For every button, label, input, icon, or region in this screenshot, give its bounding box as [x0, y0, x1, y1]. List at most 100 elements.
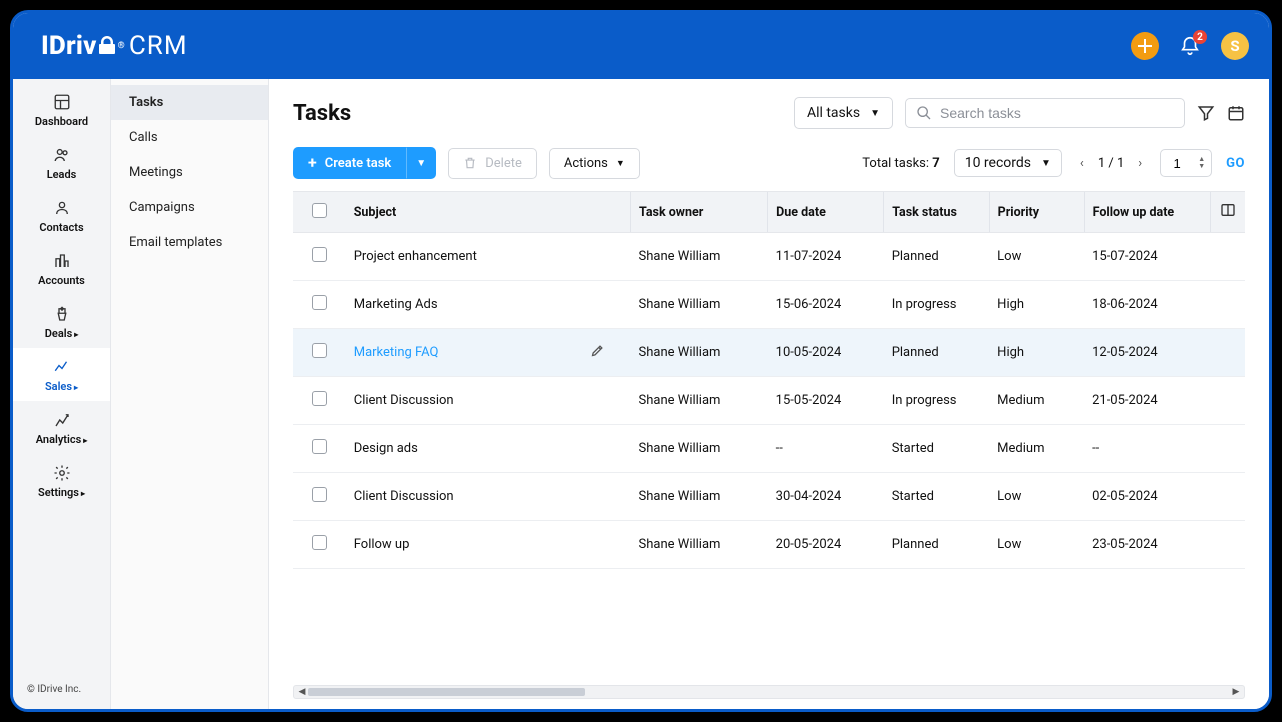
cell-priority: Low: [989, 521, 1084, 569]
edit-icon[interactable]: [590, 343, 605, 362]
cell-follow: 12-05-2024: [1084, 329, 1211, 377]
search-input[interactable]: [940, 105, 1174, 121]
actions-label: Actions: [564, 156, 608, 171]
subnav-item-calls[interactable]: Calls: [111, 120, 268, 155]
app-frame: IDriv®CRM 2 S DashboardLeadsContacts Acco…: [10, 10, 1272, 712]
go-button[interactable]: GO: [1226, 156, 1245, 171]
cell-due: 15-06-2024: [768, 281, 884, 329]
nav-item-sales[interactable]: Sales▸: [13, 348, 110, 401]
main-content: Tasks All tasks ▼: [269, 79, 1269, 709]
cell-owner: Shane William: [631, 473, 768, 521]
cell-due: 10-05-2024: [768, 329, 884, 377]
nav-item-settings[interactable]: Settings▸: [13, 454, 110, 507]
table-row[interactable]: Project enhancementShane William11-07-20…: [293, 233, 1245, 281]
notification-badge: 2: [1193, 30, 1207, 44]
row-checkbox[interactable]: [312, 535, 327, 550]
actions-button[interactable]: Actions ▼: [549, 148, 640, 179]
chevron-down-icon: ▼: [870, 108, 880, 119]
cell-status: In progress: [884, 377, 989, 425]
dashboard-icon: [53, 93, 71, 111]
filter-button[interactable]: [1197, 104, 1215, 122]
delete-button: Delete: [448, 148, 537, 179]
col-header-owner[interactable]: Task owner: [631, 192, 768, 233]
filter-icon: [1197, 104, 1215, 122]
table-row[interactable]: Client DiscussionShane William30-04-2024…: [293, 473, 1245, 521]
nav-item-accounts[interactable]: Accounts: [13, 242, 110, 295]
scroll-right-icon[interactable]: ▶: [1230, 687, 1242, 697]
filter-select[interactable]: All tasks ▼: [794, 97, 893, 129]
nav-item-contacts[interactable]: Contacts: [13, 189, 110, 242]
table-row[interactable]: Design adsShane William--StartedMedium--: [293, 425, 1245, 473]
row-checkbox[interactable]: [312, 487, 327, 502]
cell-subject: Design ads: [354, 441, 418, 456]
row-checkbox[interactable]: [312, 391, 327, 406]
records-label: 10 records: [965, 155, 1031, 171]
search-box[interactable]: [905, 98, 1185, 128]
secondary-nav: TasksCallsMeetingsCampaignsEmail templat…: [111, 79, 269, 709]
subnav-item-meetings[interactable]: Meetings: [111, 155, 268, 190]
subnav-item-email-templates[interactable]: Email templates: [111, 225, 268, 260]
cell-subject: Client Discussion: [354, 393, 454, 408]
col-header-due[interactable]: Due date: [768, 192, 884, 233]
brand-idrive: IDriv: [41, 31, 97, 61]
table-row[interactable]: Marketing AdsShane William15-06-2024In p…: [293, 281, 1245, 329]
deals-icon: [53, 305, 71, 323]
page-indicator: 1 / 1: [1098, 156, 1124, 171]
scroll-track[interactable]: [308, 687, 1230, 697]
avatar[interactable]: S: [1221, 32, 1249, 60]
cell-due: 30-04-2024: [768, 473, 884, 521]
nav-item-deals[interactable]: Deals▸: [13, 295, 110, 348]
calendar-button[interactable]: [1227, 104, 1245, 122]
create-task-dropdown[interactable]: ▼: [406, 147, 436, 179]
col-header-follow[interactable]: Follow up date: [1084, 192, 1211, 233]
table-row[interactable]: Follow upShane William20-05-2024PlannedL…: [293, 521, 1245, 569]
brand-logo[interactable]: IDriv®CRM: [41, 31, 188, 61]
row-checkbox[interactable]: [312, 247, 327, 262]
page-input-box[interactable]: ▲▼: [1160, 149, 1212, 177]
page-spinner[interactable]: ▲▼: [1198, 156, 1205, 170]
page-number-input[interactable]: [1167, 156, 1187, 171]
create-task-button[interactable]: + Create task: [293, 147, 406, 179]
page-title: Tasks: [293, 101, 351, 126]
toolbar-left: + Create task ▼ Delete Actions ▼: [293, 147, 640, 179]
col-header-subject[interactable]: Subject: [346, 192, 631, 233]
total-label-text: Total tasks:: [862, 156, 929, 171]
select-all-checkbox[interactable]: [312, 203, 327, 218]
next-page-button[interactable]: ›: [1134, 154, 1146, 173]
scroll-left-icon[interactable]: ◀: [296, 687, 308, 697]
chevron-down-icon: ▼: [1041, 158, 1051, 169]
total-tasks-label: Total tasks: 7: [862, 156, 939, 171]
global-add-button[interactable]: [1131, 32, 1159, 60]
col-config[interactable]: [1211, 192, 1245, 233]
app-header: IDriv®CRM 2 S: [13, 13, 1269, 79]
nav-item-analytics[interactable]: Analytics▸: [13, 401, 110, 454]
scroll-thumb[interactable]: [308, 688, 585, 696]
col-header-status[interactable]: Task status: [884, 192, 989, 233]
nav-label: Deals▸: [45, 327, 79, 340]
cell-priority: Low: [989, 233, 1084, 281]
col-header-priority[interactable]: Priority: [989, 192, 1084, 233]
cell-follow: 02-05-2024: [1084, 473, 1211, 521]
nav-item-dashboard[interactable]: Dashboard: [13, 83, 110, 136]
cell-status: Planned: [884, 233, 989, 281]
notifications-button[interactable]: 2: [1179, 35, 1201, 57]
lock-icon: [97, 32, 117, 60]
nav-label: Accounts: [38, 274, 85, 287]
cell-follow: 15-07-2024: [1084, 233, 1211, 281]
horizontal-scrollbar[interactable]: ◀ ▶: [293, 685, 1245, 699]
table-row[interactable]: Marketing FAQShane William10-05-2024Plan…: [293, 329, 1245, 377]
row-checkbox[interactable]: [312, 295, 327, 310]
cell-status: Planned: [884, 521, 989, 569]
search-icon: [916, 105, 932, 121]
cell-status: Started: [884, 473, 989, 521]
prev-page-button[interactable]: ‹: [1076, 154, 1088, 173]
cell-priority: Medium: [989, 425, 1084, 473]
subnav-item-tasks[interactable]: Tasks: [111, 85, 268, 120]
row-checkbox[interactable]: [312, 439, 327, 454]
table-row[interactable]: Client DiscussionShane William15-05-2024…: [293, 377, 1245, 425]
nav-item-leads[interactable]: Leads: [13, 136, 110, 189]
row-checkbox[interactable]: [312, 343, 327, 358]
records-select[interactable]: 10 records ▼: [954, 149, 1062, 177]
table-wrap: Subject Task owner Due date Task status …: [269, 191, 1269, 709]
subnav-item-campaigns[interactable]: Campaigns: [111, 190, 268, 225]
